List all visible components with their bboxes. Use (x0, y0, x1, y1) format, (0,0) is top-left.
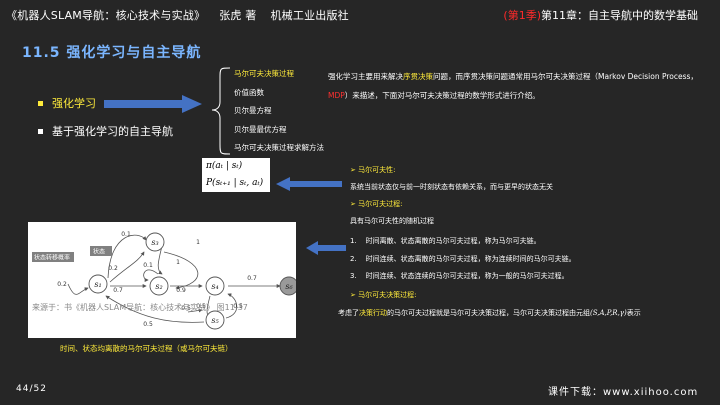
markov-process-title: ➢ 马尔可夫过程: (350, 199, 402, 209)
edge-s3-s2-b (163, 251, 199, 290)
mdp-text-post: 的马尔可夫过程就是马尔可夫决策过程，马尔可夫决策过程由元组 (387, 309, 590, 317)
edge-label: 0.2 (57, 281, 67, 288)
download-link[interactable]: 课件下载：www.xiihoo.com (548, 383, 698, 398)
edge-s1-self (67, 283, 89, 295)
markov-property-title-text: 马尔可夫性: (358, 166, 396, 174)
policy-formula: π(aₜ | sₜ) (206, 161, 243, 171)
header-right: (第1季)第11章：自主导航中的数学基础 (503, 7, 698, 23)
sub-item-bellman: 贝尔曼方程 (234, 106, 272, 115)
edge-label: 0.1 (143, 262, 153, 269)
right-arrow-icon (104, 95, 202, 113)
mdp-title-text: 马尔可夫决策过程: (358, 291, 417, 299)
bullet-square-icon (38, 129, 43, 134)
book-title: 《机器人SLAM导航：核心技术与实战》 (6, 9, 206, 22)
state-label-s6: s₆ (285, 282, 293, 291)
edge-label: 0.9 (176, 287, 186, 294)
edge-label: 1 (176, 259, 180, 266)
sub-item-bellman-optimal: 贝尔曼最优方程 (234, 124, 287, 134)
mdp-description: 强化学习主要用来解决序贯决策问题，而序贯决策问题通常用马尔可夫决策过程（Mark… (328, 68, 713, 105)
slide: 《机器人SLAM导航：核心技术与实战》 张虎 著机械工业出版社 (第1季)第11章… (0, 0, 720, 405)
sub-item-value-function: 价值函数 (234, 87, 264, 97)
bullet-label: 基于强化学习的自主导航 (52, 125, 173, 138)
edge-label: 0.1 (121, 231, 131, 238)
bullet-square-icon (38, 101, 43, 106)
bullet-label: 强化学习 (52, 97, 96, 110)
mdp-text: 考虑了决策行动的马尔可夫过程就是马尔可夫决策过程，马尔可夫决策过程由元组(S,A… (338, 308, 641, 318)
markov-process-title-text: 马尔可夫过程: (358, 200, 403, 208)
diagram-caption: 时间、状态均离散的马尔可夫过程（或马尔可夫链） (60, 344, 233, 353)
markov-property-text: 系统当前状态仅与前一时刻状态有依赖关系，而与更早的状态无关 (350, 183, 553, 191)
list-num: 3. (350, 272, 357, 280)
state-label-s2: s₂ (155, 282, 162, 291)
state-label-s4: s₄ (211, 282, 218, 291)
list-num: 1. (350, 237, 357, 245)
mdp-title: ➢ 马尔可夫决策过程: (350, 290, 416, 300)
page-number: 44/52 (16, 384, 47, 394)
arrow-bullet-icon: ➢ (350, 166, 359, 174)
markov-property-title: ➢ 马尔可夫性: (350, 165, 395, 175)
markov-process-intro: 具有马尔可夫性的随机过程 (350, 217, 434, 225)
mdp-text-end: 表示 (626, 309, 641, 317)
formula-box: π(aₜ | sₜ) P(sₜ₊₁ | sₜ, aₜ) (202, 158, 270, 192)
list-text: 时间离散、状态离散的马尔可夫过程，称为马尔可夫链。 (365, 237, 541, 245)
author: 张虎 著 (219, 9, 257, 22)
source-watermark: 来源于：书《机器人SLAM导航：核心技术与实战》 图11-37 (32, 303, 248, 312)
desc-highlight: 序贯决策 (403, 72, 433, 81)
mdp-highlight: 决策行动 (359, 309, 387, 317)
state-label-s3: s₃ (151, 238, 158, 247)
transition-formula: P(sₜ₊₁ | sₜ, aₜ) (206, 178, 264, 188)
mdp-tuple: (S,A,P,R,γ) (590, 309, 627, 317)
edge-label: 0.7 (247, 275, 257, 282)
list-text: 时间连续、状态离散的马尔可夫过程，称为连续时间的马尔可夫链。 (365, 255, 576, 263)
state-label-s5: s₅ (211, 316, 219, 325)
season-label: (第1季) (503, 9, 541, 22)
desc-part2: 问题，而序贯决策问题通常用马尔可夫决策过程（Markov Decision Pr… (433, 72, 698, 81)
left-arrow-icon (276, 177, 342, 191)
publisher: 机械工业出版社 (270, 9, 349, 22)
arrow-bullet-icon: ➢ (350, 200, 359, 208)
markov-chain-diagram: s₁ s₂ s₃ s₄ s₅ s₆ 0.1 0.1 1 0.2 0.7 0.9 … (28, 222, 296, 338)
sub-item-mdp: 马尔可夫决策过程 (234, 69, 294, 78)
slide-header: 《机器人SLAM导航：核心技术与实战》 张虎 著机械工业出版社 (第1季)第11章… (0, 0, 720, 30)
left-arrow-icon (306, 241, 346, 255)
edge-label: 0.5 (143, 321, 153, 328)
desc-part3: ）来描述，下面对马尔可夫决策过程的数学形式进行介绍。 (344, 90, 540, 100)
markov-list-item: 2. 时间连续、状态离散的马尔可夫过程，称为连续时间的马尔可夫链。 (350, 254, 576, 264)
edge-label: 1 (196, 239, 200, 246)
list-text: 时间连续、状态连续的马尔可夫过程，称为一般的马尔可夫过程。 (365, 272, 569, 280)
markov-chain-svg: s₁ s₂ s₃ s₄ s₅ s₆ 0.1 0.1 1 0.2 0.7 0.9 … (32, 231, 296, 330)
state-label-s1: s₁ (94, 280, 101, 289)
bullet-item-rl-navigation: 基于强化学习的自主导航 (38, 124, 173, 140)
edge-label: 0.2 (108, 265, 118, 272)
header-left: 《机器人SLAM导航：核心技术与实战》 张虎 著机械工业出版社 (6, 7, 349, 23)
arrow-bullet-icon: ➢ (350, 291, 359, 299)
desc-mdp: MDP (328, 90, 345, 100)
desc-part1: 强化学习主要用来解决 (328, 72, 403, 81)
transition-prob-label: 状态转移概率 (34, 254, 70, 262)
mdp-text-pre: 考虑了 (338, 309, 359, 317)
sub-topic-list: 马尔可夫决策过程 价值函数 贝尔曼方程 贝尔曼最优方程 马尔可夫决策过程求解方法 (234, 68, 324, 161)
chapter-label: 第11章：自主导航中的数学基础 (541, 9, 698, 22)
list-num: 2. (350, 255, 357, 263)
bracket-icon (211, 67, 231, 155)
edge-label: 0.7 (113, 287, 123, 294)
markov-list-item: 3. 时间连续、状态连续的马尔可夫过程，称为一般的马尔可夫过程。 (350, 271, 569, 281)
state-tag-label: 状态 (93, 248, 105, 256)
section-title: 11.5 强化学习与自主导航 (22, 45, 202, 61)
markov-list-item: 1. 时间离散、状态离散的马尔可夫过程，称为马尔可夫链。 (350, 236, 541, 246)
